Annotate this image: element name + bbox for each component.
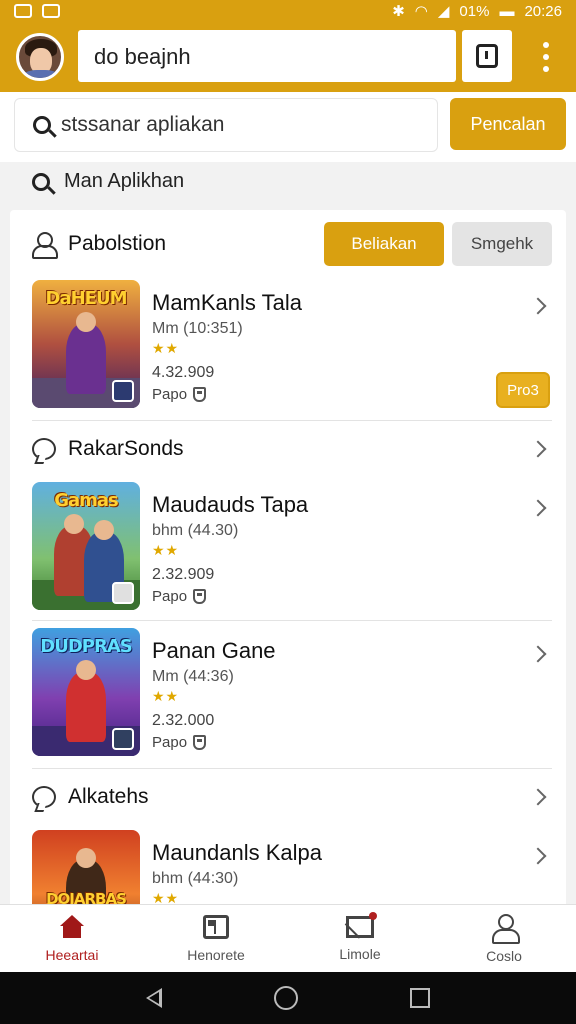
overflow-menu-button[interactable] [534,42,558,72]
nav-label: Limole [339,945,381,962]
home-icon [59,914,85,939]
nav-label: Coslo [486,947,522,964]
chevron-right-icon[interactable] [529,847,547,865]
gallery-icon [42,4,60,18]
chevron-right-icon[interactable] [529,788,547,806]
download-count: 4.32.909 [152,364,215,381]
install-button[interactable]: Pro3 [496,372,550,408]
bottom-nav: Heeartai Henorete Limole Coslo [0,904,576,972]
app-meta: bhm (44:30) [152,870,239,887]
search-input[interactable]: stssanar apliakan [14,98,438,152]
shield-icon [193,387,207,402]
app-name: Panan Gane [152,638,276,663]
shield-icon [193,735,207,750]
lock-icon [476,44,498,68]
app-thumbnail: DaHEUM [32,280,140,408]
secondary-filter-button[interactable]: Smgehk [452,222,552,266]
app-bar: do beajnh [0,22,576,92]
app-thumbnail: DUDPRAS [32,628,140,756]
chevron-right-icon[interactable] [529,645,547,663]
nav-profile[interactable]: Coslo [432,905,576,972]
star-rating: ★★ [152,542,180,558]
list-item[interactable]: DUDPRAS Panan Gane Mm (44:36) ★★ 2.32.00… [10,628,566,768]
section-title: Man Aplikhan [64,170,185,192]
person-icon [491,913,520,944]
divider [32,620,552,621]
lock-button[interactable] [462,30,512,82]
wifi-icon: ◠ [414,3,428,20]
bluetooth-icon: ✱ [392,3,405,20]
chevron-right-icon[interactable] [529,440,547,458]
battery-icon: ▬ [499,2,515,20]
app-meta: Mm (10:351) [152,320,243,337]
chat-icon [32,438,56,460]
list-item[interactable]: DOJARBAS Maundanls Kalpa bhm (44:30) ★★ [10,830,566,910]
app-thumbnail: DOJARBAS [32,830,140,910]
app-type: Papo [152,386,207,403]
recommended-title: Pabolstion [68,232,167,255]
system-nav-bar [0,972,576,1024]
chevron-right-icon[interactable] [529,297,547,315]
search-placeholder: stssanar apliakan [61,113,225,136]
home-circle-icon[interactable] [274,986,298,1010]
list-item[interactable]: Gamas Maudauds Tapa bhm (44.30) ★★ 2.32.… [10,482,566,622]
grid-icon [203,914,229,939]
section-header: Man Aplikhan [32,170,184,193]
divider [32,420,552,421]
app-meta: Mm (44:36) [152,668,234,685]
group-title: Alkatehs [68,785,149,808]
app-logo-text: Gamas [54,490,119,511]
chat-icon [32,786,56,808]
mail-icon [346,911,377,938]
app-type-label: Papo [152,588,188,605]
app-type-label: Papo [152,386,188,403]
app-logo-text: DUDPRAS [40,636,132,657]
status-bar: ✱ ◠ ◢ 01% ▬ 20:26 [0,0,576,22]
back-icon[interactable] [146,988,162,1008]
page-title[interactable]: do beajnh [78,30,456,82]
search-row: stssanar apliakan Pencalan [0,92,576,162]
nav-mail[interactable]: Limole [288,905,432,972]
star-rating: ★★ [152,688,180,704]
avatar[interactable] [16,33,64,81]
app-name: MamKanls Tala [152,290,302,315]
users-icon [32,232,58,259]
app-thumbnail: Gamas [32,482,140,610]
notification-icon [14,4,32,18]
search-icon [32,172,50,191]
app-name: Maudauds Tapa [152,492,309,517]
app-meta: bhm (44.30) [152,522,239,539]
signal-icon: ◢ [437,3,450,20]
nav-home[interactable]: Heeartai [0,905,144,972]
app-type: Papo [152,734,207,751]
recommended-header: Pabolstion Beliakan Smgehk [10,210,566,278]
nav-second[interactable]: Henorete [144,905,288,972]
group-header-sounds[interactable]: RakarSonds [10,424,566,474]
clock: 20:26 [524,2,562,20]
shield-icon [193,589,207,604]
nav-label: Heeartai [45,946,99,963]
app-type: Papo [152,588,207,605]
recents-icon[interactable] [410,988,430,1008]
list-item[interactable]: DaHEUM MamKanls Tala Mm (10:351) ★★ 4.32… [10,280,566,420]
star-rating: ★★ [152,340,180,356]
divider [32,768,552,769]
chevron-right-icon[interactable] [529,499,547,517]
download-count: 2.32.000 [152,712,215,729]
notification-dot [369,911,377,920]
app-list-card: Pabolstion Beliakan Smgehk DaHEUM MamKan… [10,210,566,910]
group-header-alkatehs[interactable]: Alkatehs [10,772,566,822]
app-type-label: Papo [152,734,188,751]
app-name: Maundanls Kalpa [152,840,323,865]
download-count: 2.32.909 [152,566,215,583]
battery-level: 01% [459,2,490,20]
app-logo-text: DaHEUM [45,288,128,309]
group-title: RakarSonds [68,437,184,460]
nav-label: Henorete [187,946,245,963]
primary-filter-button[interactable]: Beliakan [324,222,444,266]
search-button[interactable]: Pencalan [450,98,566,150]
search-icon [33,116,51,134]
